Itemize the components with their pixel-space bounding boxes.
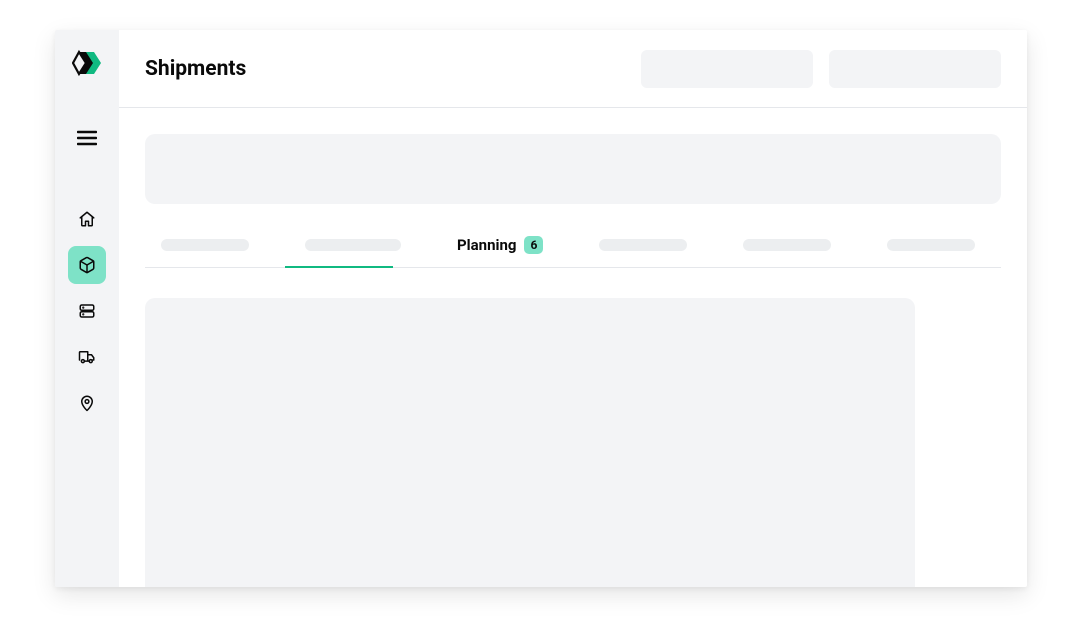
sidebar-item-shipments[interactable] bbox=[68, 246, 106, 284]
tab-skeleton-4 bbox=[743, 239, 831, 251]
tab-skeleton-1 bbox=[161, 239, 249, 251]
tab-skeleton-3 bbox=[599, 239, 687, 251]
content-skeleton bbox=[145, 298, 915, 587]
tab-skeleton-5 bbox=[887, 239, 975, 251]
tab-skeleton-2 bbox=[305, 239, 401, 251]
app-window: Shipments Planning 6 bbox=[55, 30, 1027, 587]
tab-planning[interactable]: Planning 6 bbox=[457, 222, 543, 267]
tabs: Planning 6 bbox=[145, 222, 1001, 268]
page-title: Shipments bbox=[145, 57, 625, 81]
topbar: Shipments bbox=[119, 30, 1027, 108]
sidebar-item-locations[interactable] bbox=[68, 384, 106, 422]
menu-toggle-button[interactable] bbox=[69, 120, 105, 156]
sidebar-item-home[interactable] bbox=[68, 200, 106, 238]
sidebar-nav bbox=[68, 200, 106, 422]
banner-skeleton bbox=[145, 134, 1001, 204]
tab-label: Planning bbox=[457, 236, 516, 254]
tab-badge: 6 bbox=[524, 236, 543, 254]
app-logo bbox=[72, 48, 102, 78]
tab-active-underline bbox=[285, 266, 393, 268]
content-area: Planning 6 bbox=[119, 108, 1027, 587]
sidebar bbox=[55, 30, 119, 587]
sidebar-item-vehicles[interactable] bbox=[68, 338, 106, 376]
topbar-skeleton-1 bbox=[641, 50, 813, 88]
topbar-skeleton-2 bbox=[829, 50, 1001, 88]
sidebar-item-inventory[interactable] bbox=[68, 292, 106, 330]
main-area: Shipments Planning 6 bbox=[119, 30, 1027, 587]
